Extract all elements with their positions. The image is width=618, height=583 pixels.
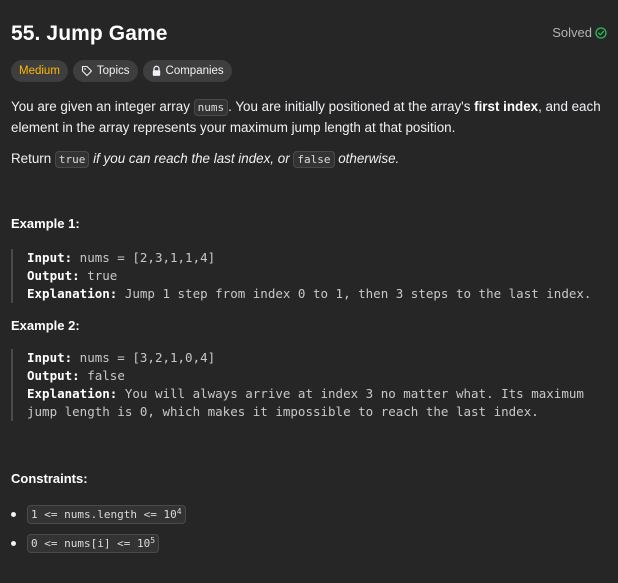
problem-title: 55. Jump Game <box>11 22 168 45</box>
bullet-icon <box>11 541 16 546</box>
companies-label: Companies <box>165 65 224 77</box>
bullet-icon <box>11 512 16 517</box>
inline-code: nums <box>193 99 229 116</box>
companies-button[interactable]: Companies <box>142 60 232 82</box>
constraint-code: 1 <= nums.length <= 104 <box>27 505 186 524</box>
tag-icon <box>81 65 93 77</box>
example-1-block: Input: nums = [2,3,1,1,4] Output: true E… <box>11 249 605 303</box>
solved-label: Solved <box>552 25 592 40</box>
constraint-item: 0 <= nums[i] <= 105 <box>11 534 160 553</box>
emphasis-text: first index <box>474 99 539 114</box>
example-2-block: Input: nums = [3,2,1,0,4] Output: false … <box>11 349 605 421</box>
lock-icon <box>151 65 162 77</box>
solved-status: Solved <box>552 25 607 41</box>
description-paragraph: You are given an integer array nums. You… <box>11 99 601 135</box>
example-1-heading: Example 1: <box>11 216 80 231</box>
topics-button[interactable]: Topics <box>72 60 138 82</box>
check-circle-icon <box>595 27 607 39</box>
difficulty-badge[interactable]: Medium <box>11 60 68 82</box>
constraint-item: 1 <= nums.length <= 104 <box>11 505 186 524</box>
inline-code-false: false <box>293 151 335 168</box>
problem-tags: Medium Topics Companies <box>11 60 232 82</box>
topics-label: Topics <box>96 65 130 77</box>
inline-code-true: true <box>54 151 90 168</box>
example-2-heading: Example 2: <box>11 318 80 333</box>
return-paragraph: Return true if you can reach the last in… <box>11 151 400 168</box>
constraints-heading: Constraints: <box>11 471 88 486</box>
constraint-code: 0 <= nums[i] <= 105 <box>27 534 160 553</box>
